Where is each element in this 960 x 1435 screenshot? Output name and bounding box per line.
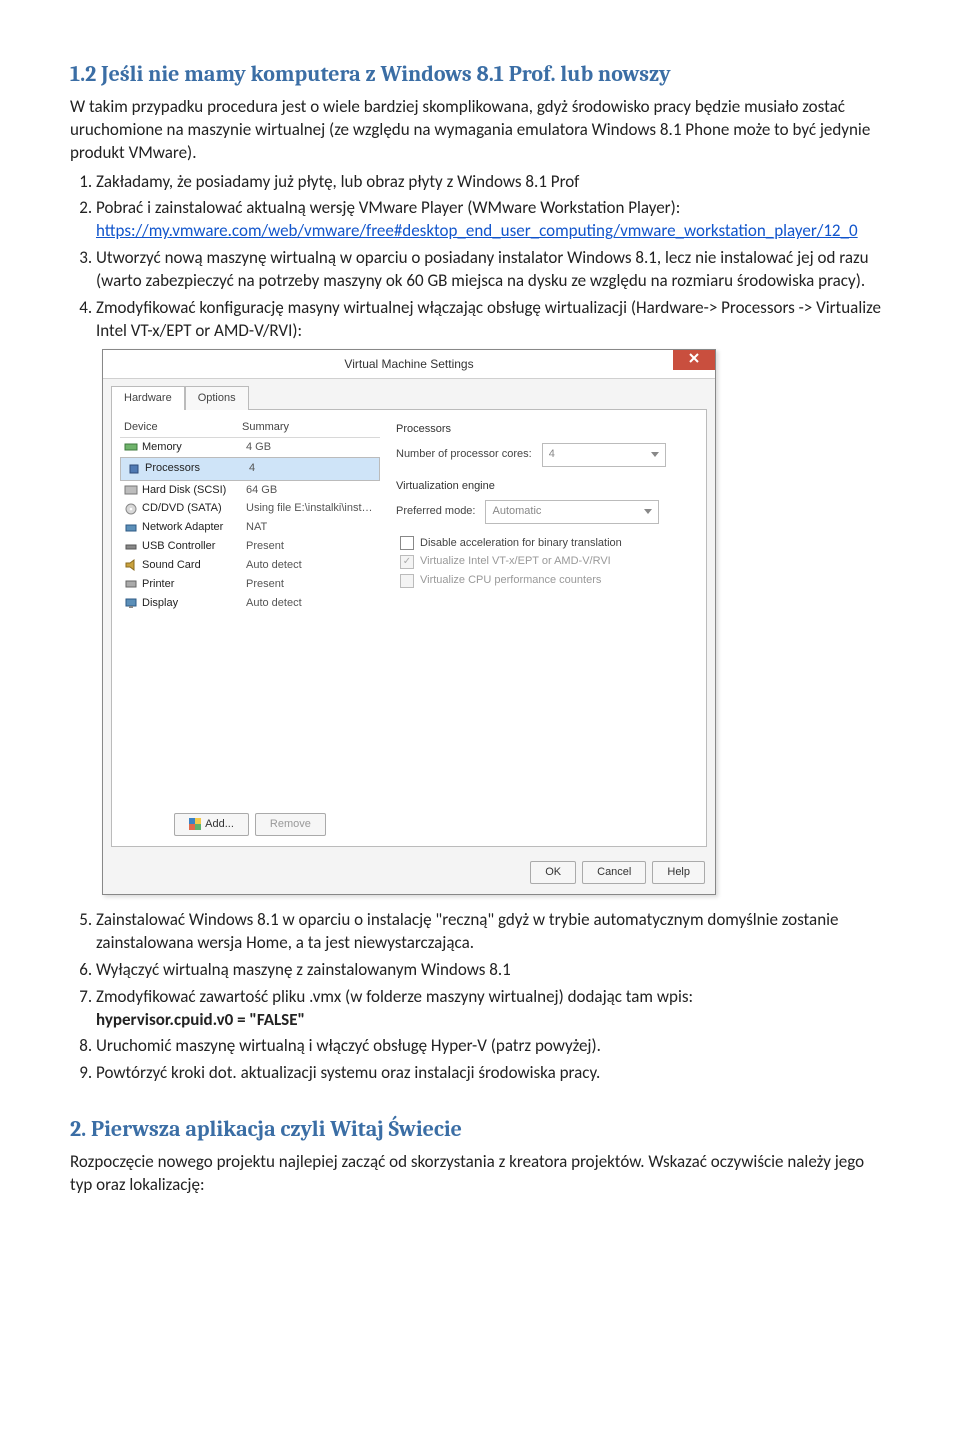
checkbox-disable-accel[interactable]: Disable acceleration for binary translat… <box>400 536 692 551</box>
chevron-down-icon <box>644 509 652 514</box>
section-2-paragraph: Rozpoczęcie nowego projektu najlepiej za… <box>70 1151 890 1197</box>
dialog-title: Virtual Machine Settings <box>344 356 473 372</box>
device-summary: Using file E:\instalki\instalki_pwsz\... <box>246 501 376 516</box>
dsp-icon <box>124 596 138 610</box>
vmware-download-link[interactable]: https://my.vmware.com/web/vmware/free#de… <box>96 220 858 241</box>
section-heading-2: 2. Pierwsza aplikacja czyli Witaj Świeci… <box>70 1115 890 1145</box>
cpu-icon <box>127 462 141 476</box>
step-5: Zainstalować Windows 8.1 w oparciu o ins… <box>96 909 890 955</box>
cores-value: 4 <box>549 447 555 462</box>
device-summary: NAT <box>246 520 376 535</box>
memory-icon <box>124 440 138 454</box>
hdd-icon <box>124 483 138 497</box>
step-1: Zakładamy, że posiadamy już płytę, lub o… <box>96 171 890 194</box>
intro-paragraph: W takim przypadku procedura jest o wiele… <box>70 96 890 165</box>
shield-icon <box>189 818 201 830</box>
help-button[interactable]: Help <box>652 861 705 884</box>
checkbox-label: Virtualize CPU performance counters <box>420 573 601 588</box>
checkbox-label: Disable acceleration for binary translat… <box>420 536 622 551</box>
step-2: Pobrać i zainstalować aktualną wersję VM… <box>96 197 890 243</box>
prn-icon <box>124 577 138 591</box>
close-icon <box>689 353 699 368</box>
step-4: Zmodyfikować konfigurację masyny wirtual… <box>96 297 890 343</box>
col-device: Device <box>124 420 242 435</box>
device-summary: Present <box>246 539 376 554</box>
step-6: Wyłączyć wirtualną maszynę z zainstalowa… <box>96 959 890 982</box>
cores-label: Number of processor cores: <box>396 447 532 462</box>
device-summary: Auto detect <box>246 596 376 611</box>
device-name: Printer <box>142 577 242 592</box>
device-row-prn[interactable]: Printer Present <box>120 575 380 594</box>
step-8: Uruchomić maszynę wirtualną i włączyć ob… <box>96 1035 890 1058</box>
device-list-header: Device Summary <box>120 418 380 438</box>
checkbox-icon <box>400 536 414 550</box>
device-name: Memory <box>142 440 242 455</box>
tab-hardware[interactable]: Hardware <box>111 386 185 410</box>
cancel-button[interactable]: Cancel <box>582 861 646 884</box>
usb-icon <box>124 540 138 554</box>
device-name: Display <box>142 596 242 611</box>
device-summary: 4 GB <box>246 440 376 455</box>
device-name: Network Adapter <box>142 520 242 535</box>
remove-button: Remove <box>255 813 326 836</box>
device-row-cd[interactable]: CD/DVD (SATA) Using file E:\instalki\inst… <box>120 499 380 518</box>
device-summary: Present <box>246 577 376 592</box>
virtualization-group: Virtualization engine <box>396 479 692 494</box>
snd-icon <box>124 558 138 572</box>
tab-options[interactable]: Options <box>185 386 249 410</box>
device-row-dsp[interactable]: Display Auto detect <box>120 594 380 613</box>
step-7: Zmodyfikować zawartość pliku .vmx (w fol… <box>96 986 890 1032</box>
checkbox-checked-icon: ✓ <box>400 555 414 569</box>
step-7-text: Zmodyfikować zawartość pliku .vmx (w fol… <box>96 986 693 1007</box>
checkbox-icon <box>400 574 414 588</box>
vmware-settings-screenshot: Virtual Machine Settings Hardware Option… <box>102 349 890 895</box>
device-list[interactable]: Memory 4 GBProcessors 4 Hard Disk (SCSI) 64 … <box>120 438 380 805</box>
cores-select[interactable]: 4 <box>542 443 666 467</box>
step-3: Utworzyć nową maszynę wirtualną w oparci… <box>96 247 890 293</box>
checkbox-virtualize-vtx: ✓ Virtualize Intel VT-x/EPT or AMD-V/RVI <box>400 554 692 569</box>
device-summary: Auto detect <box>246 558 376 573</box>
processors-group: Processors <box>396 422 692 437</box>
device-row-cpu[interactable]: Processors 4 <box>120 457 380 481</box>
device-row-snd[interactable]: Sound Card Auto detect <box>120 556 380 575</box>
step-7-code: hypervisor.cpuid.v0 = "FALSE" <box>96 1009 305 1030</box>
device-row-usb[interactable]: USB Controller Present <box>120 537 380 556</box>
device-name: Sound Card <box>142 558 242 573</box>
device-detail-panel: Processors Number of processor cores: 4 … <box>390 418 698 838</box>
device-row-hdd[interactable]: Hard Disk (SCSI) 64 GB <box>120 481 380 500</box>
net-icon <box>124 521 138 535</box>
device-row-net[interactable]: Network Adapter NAT <box>120 518 380 537</box>
vm-settings-dialog: Virtual Machine Settings Hardware Option… <box>102 349 716 895</box>
col-summary: Summary <box>242 420 289 435</box>
device-name: USB Controller <box>142 539 242 554</box>
device-summary: 4 <box>249 461 373 476</box>
checkbox-label: Virtualize Intel VT-x/EPT or AMD-V/RVI <box>420 554 611 569</box>
dialog-titlebar: Virtual Machine Settings <box>103 350 715 379</box>
device-list-panel: Device Summary Memory 4 GBProcessors 4 Hard… <box>120 418 380 838</box>
close-button[interactable] <box>673 350 715 370</box>
step-9: Powtórzyć kroki dot. aktualizacji system… <box>96 1062 890 1085</box>
device-name: Processors <box>145 461 245 476</box>
cd-icon <box>124 502 138 516</box>
ok-button[interactable]: OK <box>530 861 576 884</box>
preferred-mode-label: Preferred mode: <box>396 504 475 519</box>
add-button[interactable]: Add... <box>174 813 249 836</box>
device-row-memory[interactable]: Memory 4 GB <box>120 438 380 457</box>
device-name: CD/DVD (SATA) <box>142 501 242 516</box>
device-name: Hard Disk (SCSI) <box>142 483 242 498</box>
step-2-text: Pobrać i zainstalować aktualną wersję VM… <box>96 197 680 218</box>
chevron-down-icon <box>651 452 659 457</box>
checkbox-virtualize-perf: Virtualize CPU performance counters <box>400 573 692 588</box>
device-summary: 64 GB <box>246 483 376 498</box>
settings-tabs: Hardware Options <box>103 379 715 409</box>
section-heading-1-2: 1.2 Jeśli nie mamy komputera z Windows 8… <box>70 60 890 90</box>
preferred-mode-select[interactable]: Automatic <box>485 500 659 524</box>
add-label: Add... <box>205 818 234 830</box>
preferred-mode-value: Automatic <box>492 504 541 519</box>
